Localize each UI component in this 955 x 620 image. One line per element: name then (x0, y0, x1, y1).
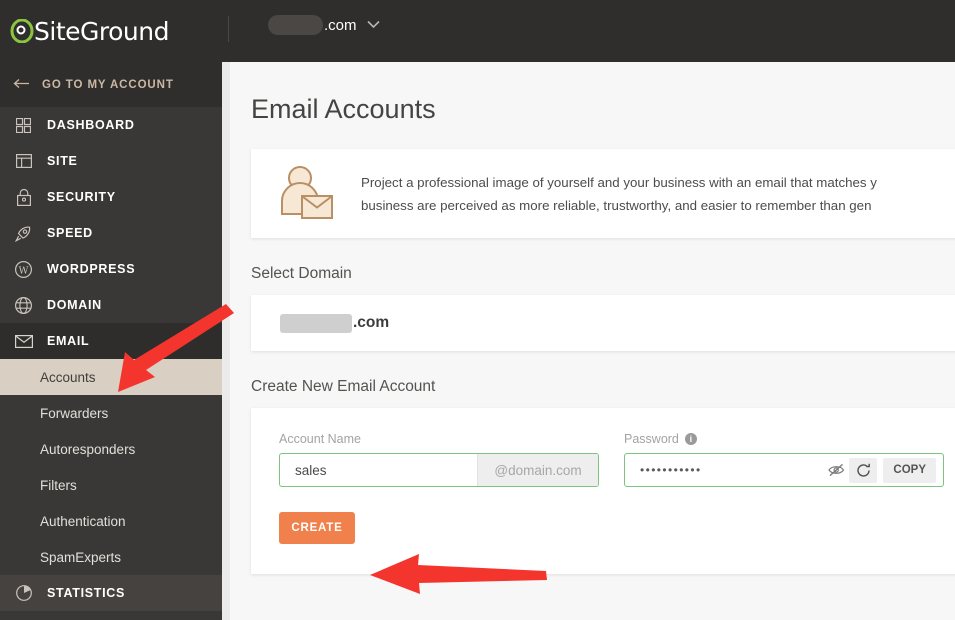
sidebar-item-domain[interactable]: DOMAIN (0, 287, 222, 323)
content-scroll-gutter[interactable] (222, 62, 230, 620)
sidebar-label-spamexperts: SpamExperts (40, 549, 122, 565)
create-account-form: Account Name sales @domain.com Password … (251, 408, 955, 574)
sidebar-label-filters: Filters (40, 477, 77, 493)
sidebar-label-wordpress: WORDPRESS (47, 262, 136, 276)
sidebar-item-forwarders[interactable]: Forwarders (0, 395, 222, 431)
globe-icon (13, 295, 34, 316)
sidebar-label-security: SECURITY (47, 190, 116, 204)
siteground-site-tools-page: SiteGround .com GO TO MY ACCOUNT DASHBOA… (0, 0, 955, 620)
copy-password-button[interactable]: COPY (883, 457, 936, 483)
top-bar: SiteGround .com (0, 0, 955, 62)
person-with-envelope-icon (251, 165, 361, 223)
sidebar-label-site: SITE (47, 154, 78, 168)
page-title: Email Accounts (251, 94, 436, 124)
envelope-icon (13, 331, 34, 352)
regenerate-password-button[interactable] (849, 457, 878, 483)
grid-icon (13, 115, 34, 136)
sidebar-label-autoresponders: Autoresponders (40, 441, 136, 457)
arrow-left-icon (13, 76, 30, 94)
redacted-domain-name (268, 15, 323, 35)
create-account-section-label: Create New Email Account (251, 378, 436, 395)
sidebar-label-domain: DOMAIN (47, 298, 102, 312)
info-icon[interactable]: i (684, 433, 697, 445)
go-to-my-account-link[interactable]: GO TO MY ACCOUNT (0, 62, 222, 107)
sidebar-label-speed: SPEED (47, 226, 93, 240)
sidebar-item-email[interactable]: EMAIL (0, 323, 222, 359)
siteground-logo-mark (10, 18, 34, 44)
password-label: Password (624, 432, 679, 446)
sidebar-label-dashboard: DASHBOARD (47, 118, 135, 132)
main-content: Email Accounts Project a professional im… (230, 62, 955, 620)
password-label-wrap: Password i (624, 432, 944, 446)
sidebar-item-autoresponders[interactable]: Autoresponders (0, 431, 222, 467)
chevron-down-icon (366, 16, 380, 34)
create-button[interactable]: CREATE (279, 512, 355, 544)
password-value[interactable]: ••••••••••• (625, 463, 823, 477)
sidebar-label-accounts: Accounts (40, 369, 96, 385)
password-input[interactable]: ••••••••••• COPY (624, 453, 944, 487)
sidebar-item-authentication[interactable]: Authentication (0, 503, 222, 539)
svg-text:W: W (19, 265, 29, 276)
form-fields-row: Account Name sales @domain.com Password … (251, 432, 955, 487)
sidebar-item-dashboard[interactable]: DASHBOARD (0, 107, 222, 143)
sidebar-label-email: EMAIL (47, 334, 90, 348)
select-domain-label: Select Domain (251, 265, 352, 282)
account-name-input[interactable]: sales @domain.com (279, 453, 599, 487)
sidebar-item-security[interactable]: SECURITY (0, 179, 222, 215)
sidebar-item-site[interactable]: SITE (0, 143, 222, 179)
sidebar-label-statistics: STATISTICS (47, 586, 126, 600)
password-field-group: Password i ••••••••••• COPY (624, 432, 944, 487)
selected-domain-tld: .com (353, 314, 390, 331)
sidebar-label-forwarders: Forwarders (40, 405, 109, 421)
domain-selector-dropdown[interactable]: .com (268, 15, 380, 35)
eye-off-icon[interactable] (823, 457, 849, 483)
rocket-icon (13, 223, 34, 244)
go-to-my-account-label: GO TO MY ACCOUNT (42, 78, 174, 91)
sidebar-item-wordpress[interactable]: W WORDPRESS (0, 251, 222, 287)
account-name-field-group: Account Name sales @domain.com (279, 432, 599, 487)
domain-tld-label: .com (324, 16, 357, 34)
info-banner-text: Project a professional image of yourself… (361, 171, 877, 217)
sidebar-item-accounts[interactable]: Accounts (0, 359, 222, 395)
sidebar-navigation: GO TO MY ACCOUNT DASHBOARD SITE SECURITY… (0, 62, 222, 620)
account-name-value[interactable]: sales (280, 454, 477, 486)
redacted-selected-domain (280, 313, 352, 333)
topbar-divider (228, 16, 229, 42)
select-domain-dropdown[interactable]: .com (251, 295, 955, 351)
sidebar-item-spamexperts[interactable]: SpamExperts (0, 539, 222, 575)
pie-chart-icon (13, 583, 34, 604)
wordpress-icon: W (13, 259, 34, 280)
sidebar-label-authentication: Authentication (40, 513, 126, 529)
siteground-logo-text: SiteGround (34, 16, 169, 46)
info-banner-line-2: business are perceived as more reliable,… (361, 197, 872, 213)
info-banner: Project a professional image of yourself… (251, 149, 955, 238)
sidebar-item-filters[interactable]: Filters (0, 467, 222, 503)
sidebar-item-statistics[interactable]: STATISTICS (0, 575, 222, 611)
siteground-logo[interactable]: SiteGround (10, 17, 169, 46)
account-name-domain-suffix: @domain.com (477, 454, 598, 486)
window-layout-icon (13, 151, 34, 172)
info-banner-line-1: Project a professional image of yourself… (361, 174, 877, 190)
account-name-label: Account Name (279, 432, 361, 446)
sidebar-item-speed[interactable]: SPEED (0, 215, 222, 251)
lock-icon (13, 187, 34, 208)
